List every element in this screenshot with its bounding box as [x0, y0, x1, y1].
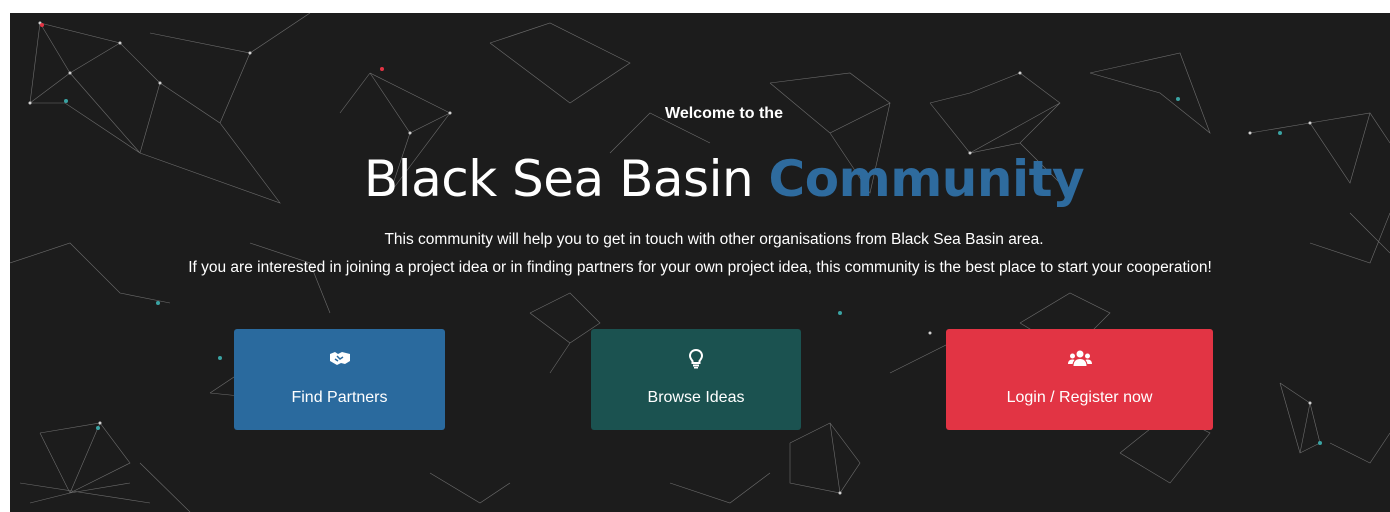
title-main: Black Sea Basin — [363, 150, 769, 208]
description-line-1: This community will help you to get in t… — [384, 231, 1044, 248]
hero-section: Welcome to the Black Sea Basin Community… — [10, 13, 1390, 512]
page-title: Black Sea Basin Community — [10, 144, 1390, 214]
title-highlight: Community — [768, 150, 1085, 208]
handshake-icon — [234, 349, 445, 371]
browse-ideas-button[interactable]: Browse Ideas — [591, 329, 801, 430]
login-register-label: Login / Register now — [1006, 389, 1153, 406]
welcome-text: Welcome to the — [665, 105, 783, 122]
find-partners-label: Find Partners — [291, 389, 388, 406]
lightbulb-icon — [591, 349, 801, 371]
hero-content: Welcome to the Black Sea Basin Community… — [10, 13, 1390, 512]
login-register-button[interactable]: Login / Register now — [946, 329, 1213, 430]
users-icon — [946, 349, 1213, 371]
browse-ideas-label: Browse Ideas — [647, 389, 745, 406]
find-partners-button[interactable]: Find Partners — [234, 329, 445, 430]
description-line-2: If you are interested in joining a proje… — [188, 259, 1212, 276]
